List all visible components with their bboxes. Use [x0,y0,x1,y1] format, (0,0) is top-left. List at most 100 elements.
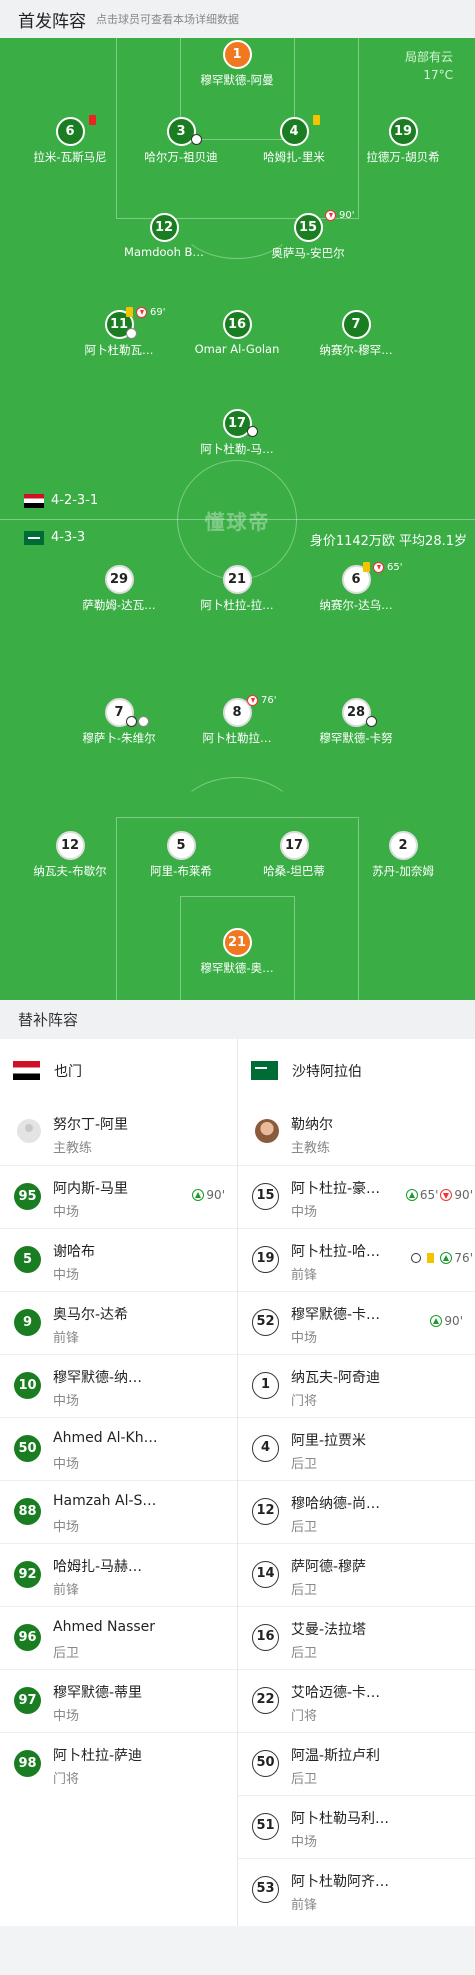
player-name: 纳瓦夫-阿奇迪 [291,1370,381,1386]
player-position: 中场 [53,1709,80,1724]
player-number: 12 [149,213,179,242]
bench-player-row[interactable]: 98 阿卜杜拉-萨迪 门将 [0,1732,237,1795]
bench-player-row[interactable]: 12 穆哈纳德-尚… 后卫 [238,1480,475,1543]
bench-player-row[interactable]: 50 Ahmed Al-Kh… 中场 [0,1417,237,1480]
sub-out-time: 90' [339,210,355,221]
player-number: 92 [14,1561,41,1588]
player-number: 5 [14,1246,41,1273]
bench-player-row[interactable]: 51 阿卜杜勒马利… 中场 [238,1795,475,1858]
home-player[interactable]: 16 Omar Al-Golan [177,310,297,356]
bench-player-row[interactable]: 92 哈姆扎-马赫… 前锋 [0,1543,237,1606]
yellow-card-icon [313,115,320,125]
bench-player-row[interactable]: 5 谢哈布 中场 [0,1228,237,1291]
player-number: 10 [14,1372,41,1399]
away-player[interactable]: 21 阿卜杜拉-拉… [177,565,297,613]
sub-out-icon [136,307,147,318]
sub-event: 90' [430,1314,463,1328]
away-player[interactable]: 2 苏丹-加奈姆 [343,831,463,879]
player-name: 穆罕默德-阿曼 [200,73,274,87]
home-bench-team: 也门 [0,1039,237,1102]
goal-ball-icon [366,716,377,727]
lineup-hint: 点击球员可查看本场详细数据 [96,13,239,26]
player-position: 门将 [53,1772,80,1787]
bench-player-row[interactable]: 96 Ahmed Nasser 后卫 [0,1606,237,1669]
bench-panel: 也门 努尔丁-阿里 主教练 95 阿内斯-马里 中场 90' 5 谢哈布 中场 … [0,1039,475,1926]
player-name: 阿卜杜拉-哈… [291,1244,381,1260]
home-player[interactable]: 4 哈姆扎-里米 [234,115,354,165]
bench-player-row[interactable]: 50 阿温-斯拉卢利 后卫 [238,1732,475,1795]
player-position: 中场 [291,1835,318,1850]
player-name: 拉德万-胡贝希 [366,150,440,164]
player-position: 门将 [291,1709,318,1724]
assist-icon [126,328,137,339]
player-name: Hamzah Al-S… [53,1493,157,1509]
away-coach-row[interactable]: 勒纳尔 主教练 [238,1102,475,1165]
sub-out-time: 69' [150,307,166,318]
player-position: 前锋 [53,1583,80,1598]
player-number: 16 [222,310,252,339]
bench-player-row[interactable]: 10 穆罕默德-纳… 中场 [0,1354,237,1417]
goal-ball-icon [191,134,202,145]
player-position: 中场 [53,1268,80,1283]
bench-player-row[interactable]: 22 艾哈迈德-卡… 门将 [238,1669,475,1732]
player-name: 哈尔万-祖贝迪 [144,150,218,164]
away-player[interactable]: 12 纳瓦夫-布歇尔 [10,831,130,879]
bench-player-row[interactable]: 97 穆罕默德-蒂里 中场 [0,1669,237,1732]
player-name: 拉米-瓦斯马尼 [33,150,107,164]
player-name: 阿卜杜勒马利… [291,1811,389,1827]
away-player[interactable]: 21 穆罕默德-奥… [177,928,297,976]
sub-event: 65' 90' [405,1188,473,1202]
bench-player-row[interactable]: 4 阿里-拉贾米 后卫 [238,1417,475,1480]
home-player[interactable]: 1 穆罕默德-阿曼 [177,40,297,88]
home-player[interactable]: 3 哈尔万-祖贝迪 [121,117,241,165]
bench-player-row[interactable]: 52 穆罕默德-卡… 中场 90' [238,1291,475,1354]
player-number: 98 [14,1750,41,1777]
player-number: 19 [388,117,418,146]
player-name: 阿里-布莱希 [150,864,212,878]
player-name: 萨阿德-穆萨 [291,1559,367,1575]
home-player[interactable]: 12 Mamdooh B… [104,213,224,259]
away-player[interactable]: 7 穆萨卜-朱维尔 [59,698,179,746]
home-player[interactable]: 15 90' 奥萨马-安巴尔 [248,210,368,261]
player-position: 中场 [53,1457,80,1472]
player-number: 96 [14,1624,41,1651]
away-player[interactable]: 17 哈桑-坦巴蒂 [234,831,354,879]
sub-in-time: 90' [206,1188,225,1202]
bench-player-row[interactable]: 14 萨阿德-穆萨 后卫 [238,1543,475,1606]
home-player[interactable]: 6 拉米-瓦斯马尼 [10,115,130,165]
away-player[interactable]: 6 65' 纳赛尔-达乌… [296,562,416,613]
weather-info: 局部有云 17°C [405,48,453,84]
player-position: 中场 [291,1205,318,1220]
away-player[interactable]: 28 穆罕默德-卡努 [296,698,416,746]
player-position: 后卫 [291,1646,318,1661]
sub-in-icon [440,1252,453,1264]
bench-player-row[interactable]: 95 阿内斯-马里 中场 90' [0,1165,237,1228]
home-player[interactable]: 19 拉德万-胡贝希 [343,117,463,165]
bench-player-row[interactable]: 16 艾曼-法拉塔 后卫 [238,1606,475,1669]
bench-player-row[interactable]: 15 阿卜杜拉-豪… 中场 65' 90' [238,1165,475,1228]
bench-player-row[interactable]: 9 奥马尔-达希 前锋 [0,1291,237,1354]
player-name: 穆哈纳德-尚… [291,1496,381,1512]
player-number: 97 [14,1687,41,1714]
home-player[interactable]: 11 69' 阿卜杜勒瓦… [59,307,179,358]
sub-out-icon [373,562,384,573]
sub-out-time: 65' [387,562,403,573]
away-player[interactable]: 29 萨勒姆-达瓦… [59,565,179,613]
bench-player-row[interactable]: 53 阿卜杜勒阿齐… 前锋 [238,1858,475,1921]
player-position: 门将 [291,1394,318,1409]
coach-name: 努尔丁-阿里 [53,1117,129,1133]
player-name: 阿温-斯拉卢利 [291,1748,381,1764]
player-name: 穆罕默德-奥… [200,961,274,975]
bench-player-row[interactable]: 1 纳瓦夫-阿奇迪 门将 [238,1354,475,1417]
away-player[interactable]: 8 76' 阿卜杜勒拉… [177,695,297,746]
home-player[interactable]: 17 阿卜杜勒-马… [177,409,297,457]
player-name: 穆罕默德-卡… [291,1307,381,1323]
bench-player-row[interactable]: 88 Hamzah Al-S… 中场 [0,1480,237,1543]
away-player[interactable]: 5 阿里-布莱希 [121,831,241,879]
bench-player-row[interactable]: 19 阿卜杜拉-哈… 前锋 76' [238,1228,475,1291]
player-position: 前锋 [291,1268,318,1283]
player-number: 4 [279,117,309,146]
home-coach-row[interactable]: 努尔丁-阿里 主教练 [0,1102,237,1165]
home-player[interactable]: 7 纳赛尔-穆罕… [296,310,416,358]
player-position: 后卫 [291,1583,318,1598]
